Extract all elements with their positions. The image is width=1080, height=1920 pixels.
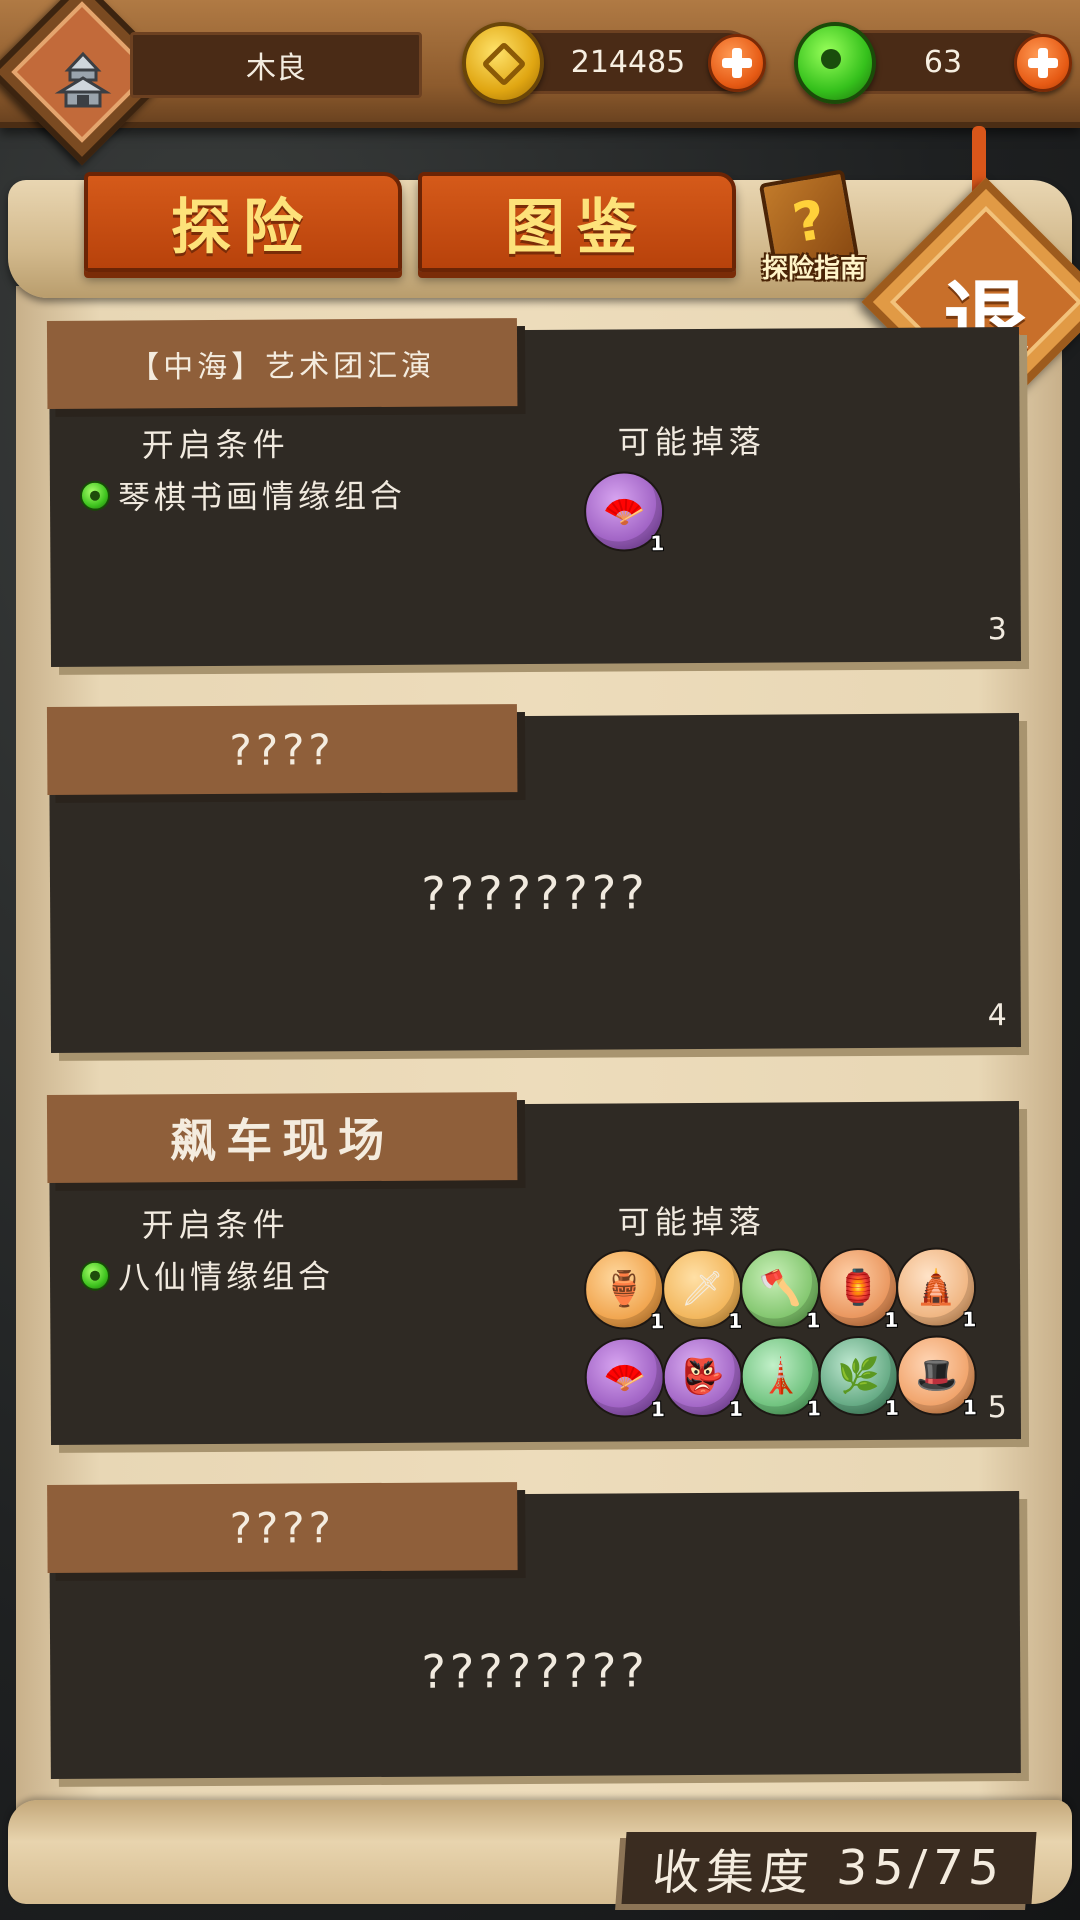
adventure-guide-button[interactable]: ? 探险指南 [752,169,872,292]
pagoda-icon[interactable]: 🛕 1 [895,1247,976,1331]
collection-label: 收集度 [650,1845,817,1901]
drop-grid: 🏺 1 🗡 1 🪓 1 🏮 1 🛕 1 🪭 1 👺 1 🗼 1 🌿 1 🎩 1 [583,1247,977,1421]
condition-text: 八仙情缘组合 [117,1257,335,1297]
tab-collection[interactable]: 图鉴 [418,172,736,272]
condition-label: 开启条件 [141,425,290,465]
jade-amount: 63 [923,44,963,80]
drop-grid: 🪭 1 [583,469,974,555]
stage-card-locked[interactable]: ???? ???????? [47,1482,1021,1779]
stage-title: 【中海】艺术团汇演 [46,318,518,409]
condition-label: 开启条件 [141,1205,290,1245]
jade-icon [79,1260,111,1291]
stage-card[interactable]: 【中海】艺术团汇演 开启条件 可能掉落 琴棋书画情缘组合 🪭 1 3 [46,318,1022,667]
stage-title: ???? [47,1482,518,1573]
add-jade-button[interactable] [1014,34,1072,92]
jade-icon [79,480,111,511]
green-tower-icon[interactable]: 🗼 1 [740,1336,821,1420]
condition-item: 八仙情缘组合 [79,1251,335,1299]
locked-text: ???????? [421,1643,650,1699]
green-wreath-icon[interactable]: 🌿 1 [818,1335,899,1420]
purple-fan-icon[interactable]: 🪭 1 [584,1337,665,1421]
locked-text: ???????? [421,865,649,921]
gold-coin-icon [462,22,544,104]
purple-mask-icon[interactable]: 👺 1 [662,1336,743,1421]
stage-title: ???? [46,704,518,795]
red-hat-icon[interactable]: 🎩 1 [896,1335,977,1419]
jade-icon [794,22,876,104]
collection-progress: 收集度 35/75 [621,1832,1037,1904]
stage-card[interactable]: 飙车现场 开启条件 可能掉落 八仙情缘组合 🏺 1 🗡 1 🪓 1 🏮 1 🛕 1 🪭 1 … [46,1092,1022,1445]
stage-number: 5 [987,1390,1007,1426]
collection-value: 35/75 [834,1840,1008,1896]
drops-label: 可能掉落 [617,422,766,462]
condition-text: 琴棋书画情缘组合 [117,476,407,517]
avatar-pagoda-icon[interactable] [28,28,138,138]
stage-number: 4 [987,998,1007,1034]
gourd-icon[interactable]: 🏺 1 [583,1249,664,1333]
stage-card-locked[interactable]: ???? ???????? 4 [46,704,1022,1053]
lantern-icon[interactable]: 🏮 1 [817,1247,898,1332]
stage-number: 3 [987,612,1007,648]
condition-item: 琴棋书画情缘组合 [79,471,407,519]
tab-adventure[interactable]: 探险 [84,172,402,272]
purple-fan-icon[interactable]: 🪭 1 [583,471,664,555]
add-gold-button[interactable] [708,34,766,92]
sword-icon[interactable]: 🗡 1 [661,1248,742,1333]
guide-label: 探险指南 [761,254,866,284]
stage-title: 飙车现场 [46,1092,518,1183]
drops-label: 可能掉落 [617,1202,766,1242]
gold-amount: 214485 [570,44,686,80]
axe-icon[interactable]: 🪓 1 [739,1248,820,1332]
player-name: 木良 [130,32,422,98]
